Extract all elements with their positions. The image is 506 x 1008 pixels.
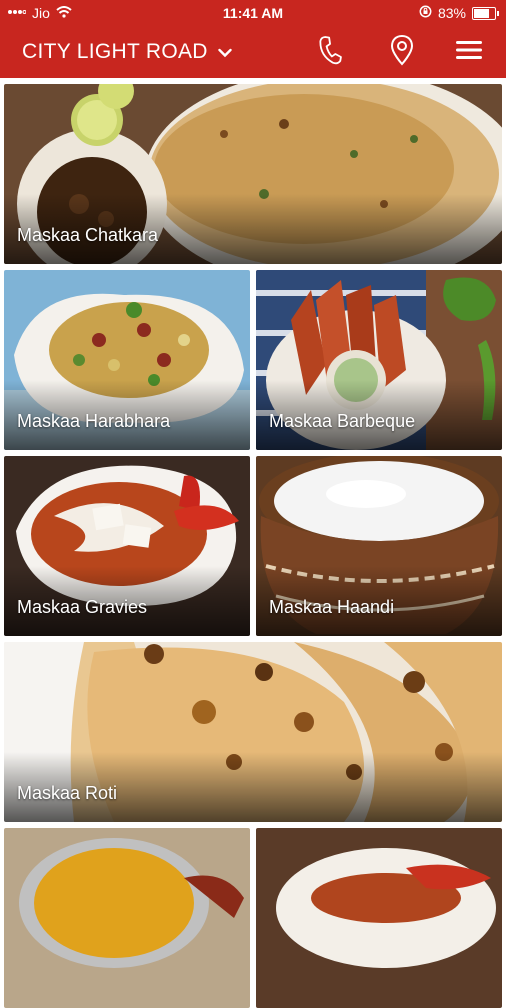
category-label: Maskaa Gravies bbox=[17, 597, 148, 617]
category-tile-gravies[interactable]: Maskaa Gravies bbox=[4, 456, 250, 636]
menu-button[interactable] bbox=[451, 34, 487, 70]
category-tile-harabhara[interactable]: Maskaa Harabhara bbox=[4, 270, 250, 450]
location-selector[interactable]: CITY LIGHT ROAD bbox=[22, 40, 232, 64]
battery-fill bbox=[474, 8, 489, 18]
location-button[interactable] bbox=[384, 34, 420, 70]
location-label: CITY LIGHT ROAD bbox=[22, 40, 208, 63]
category-tile-partial-right[interactable] bbox=[256, 828, 502, 1008]
category-label: Maskaa Harabhara bbox=[17, 411, 171, 431]
category-tile-roti[interactable]: Maskaa Roti bbox=[4, 642, 502, 822]
food-image bbox=[256, 828, 502, 1008]
food-image bbox=[4, 828, 250, 1008]
chevron-down-icon bbox=[218, 40, 232, 64]
battery-percent: 83% bbox=[437, 5, 466, 21]
battery-icon bbox=[472, 6, 499, 20]
status-right: 83% bbox=[419, 5, 499, 21]
call-button[interactable] bbox=[312, 34, 348, 70]
app-header: CITY LIGHT ROAD bbox=[0, 26, 506, 78]
phone-icon bbox=[316, 35, 344, 70]
category-tile-partial-left[interactable] bbox=[4, 828, 250, 1008]
category-label: Maskaa Barbeque bbox=[269, 411, 416, 431]
map-pin-icon bbox=[390, 34, 414, 71]
rotation-lock-icon bbox=[419, 5, 432, 21]
category-label: Maskaa Chatkara bbox=[17, 225, 159, 245]
category-label: Maskaa Roti bbox=[17, 783, 118, 803]
status-bar: Jio 11:41 AM 83% bbox=[0, 0, 506, 26]
category-tile-barbeque[interactable]: Maskaa Barbeque bbox=[256, 270, 502, 450]
hamburger-icon bbox=[456, 40, 482, 65]
category-tile-haandi[interactable]: Maskaa Haandi bbox=[256, 456, 502, 636]
category-label: Maskaa Haandi bbox=[269, 597, 395, 617]
category-tile-chatkara[interactable]: Maskaa Chatkara bbox=[4, 84, 502, 264]
